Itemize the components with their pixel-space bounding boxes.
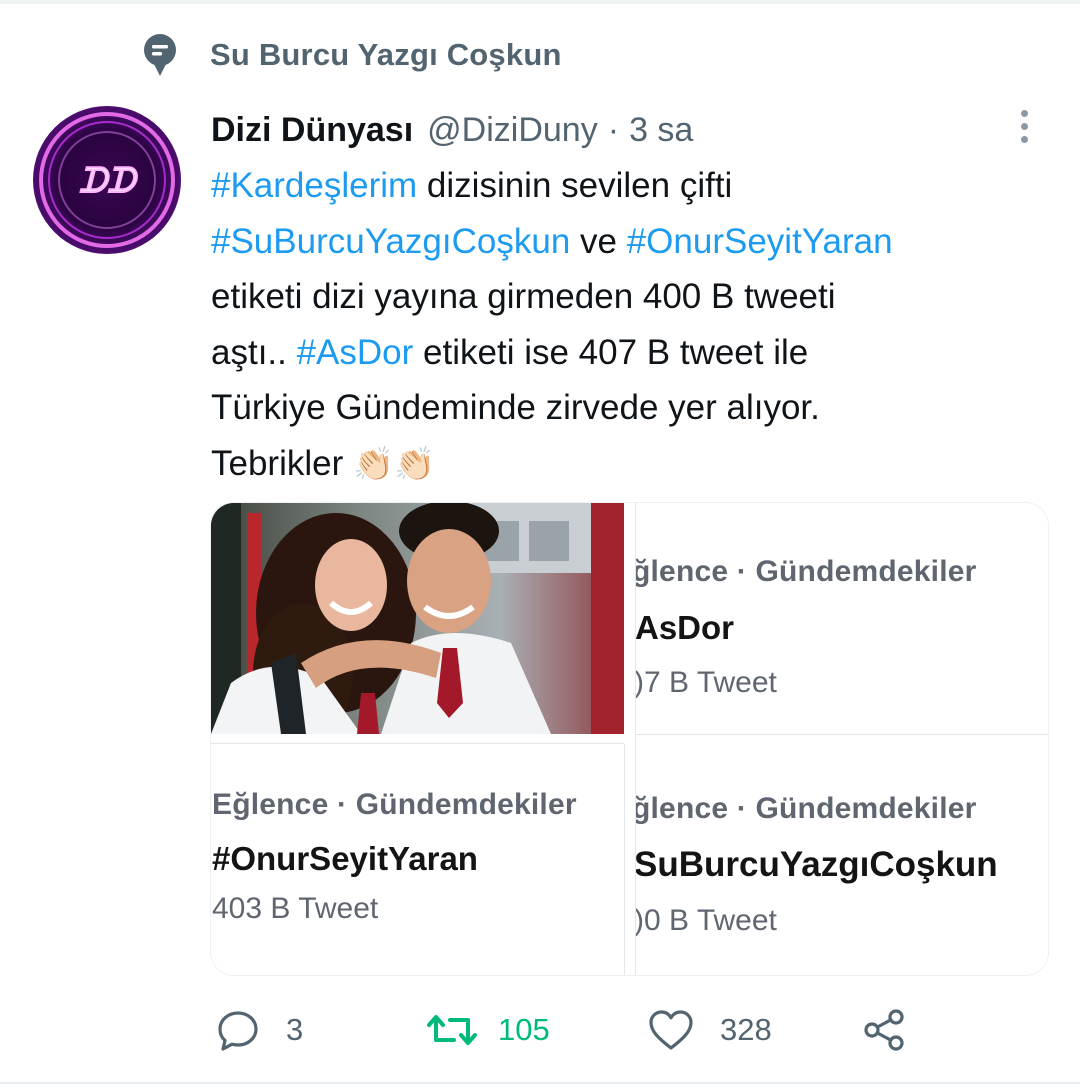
- media-divider-line: [211, 743, 624, 744]
- tweet-text-segment: etiketi dizi yayına girmeden 400 B tweet…: [211, 277, 836, 316]
- hashtag-link[interactable]: #OnurSeyitYaran: [627, 222, 893, 261]
- retweet-icon: [427, 1015, 477, 1045]
- avatar-initials: ᗪᗪ: [79, 161, 139, 201]
- reply-icon: [218, 1011, 258, 1051]
- retweet-count: 105: [498, 1012, 550, 1047]
- social-context-label[interactable]: Su Burcu Yazgı Coşkun: [210, 37, 562, 73]
- tweet-text-line: Türkiye Gündeminde zirvede yer alıyor.: [211, 380, 1051, 436]
- social-context[interactable]: Su Burcu Yazgı Coşkun: [142, 30, 562, 80]
- trend-count: )0 B Tweet: [636, 904, 777, 937]
- heart-icon: [649, 1010, 693, 1050]
- share-button[interactable]: [862, 1000, 908, 1060]
- reply-button[interactable]: 3: [216, 1000, 303, 1060]
- avatar-logo: ᗪᗪ: [39, 112, 175, 248]
- trend-category: ğlence · Gündemdekiler: [636, 555, 977, 588]
- action-bar: 3 105 328: [0, 1000, 1080, 1060]
- trend-category: ğlence · Gündemdekiler: [636, 792, 977, 825]
- tweet-text-segment: Türkiye Gündeminde zirvede yer alıyor.: [211, 388, 820, 427]
- trend-tag: AsDor: [636, 609, 735, 646]
- like-count: 328: [720, 1012, 772, 1047]
- tweet-text-line: #SuBurcuYazgıCoşkun ve #OnurSeyitYaran: [211, 214, 1051, 270]
- pinned-comment-icon: [144, 34, 176, 76]
- more-dot-icon: [1020, 135, 1028, 143]
- retweet-button[interactable]: 105: [426, 1000, 550, 1060]
- media-divider-line: [635, 503, 636, 975]
- tweet-text-segment: etiketi ise 407 B tweet ile: [413, 332, 809, 372]
- trend-count: )7 B Tweet: [636, 666, 777, 699]
- tweet-text-segment: Tebrikler: [211, 443, 353, 483]
- reply-count: 3: [286, 1012, 304, 1047]
- tweet-text-line: etiketi dizi yayına girmeden 400 B tweet…: [211, 269, 1051, 325]
- avatar[interactable]: ᗪᗪ: [33, 106, 181, 254]
- tweet-text-line: aştı.. #AsDor etiketi ise 407 B tweet il…: [211, 325, 1051, 381]
- top-divider: [0, 0, 1080, 4]
- trend-card-onurseyityaran[interactable]: Eğlence · Gündemdekiler #OnurSeyitYaran …: [211, 744, 624, 975]
- trend-card-asdor[interactable]: ğlence · Gündemdekiler AsDor )7 B Tweet: [636, 503, 1048, 734]
- tweet-text-line: Tebrikler 👏🏻👏🏻: [211, 436, 1051, 492]
- author-name[interactable]: Dizi Dünyası: [211, 111, 413, 150]
- trend-card-suburcuyazgicoskun[interactable]: ğlence · Gündemdekiler SuBurcuYazgıCoşku…: [636, 744, 1048, 975]
- author-handle[interactable]: @DiziDuny: [427, 111, 598, 150]
- trend-category: Eğlence · Gündemdekiler: [212, 788, 577, 821]
- media-grid[interactable]: ğlence · Gündemdekiler AsDor )7 B Tweet …: [210, 502, 1049, 976]
- timestamp[interactable]: 3 sa: [629, 111, 693, 150]
- tweet-text-segment: ve: [570, 221, 627, 261]
- hashtag-link[interactable]: #Kardeşlerim: [211, 166, 417, 205]
- trend-tag: SuBurcuYazgıCoşkun: [636, 845, 998, 884]
- media-divider-line: [636, 734, 1048, 735]
- tweet-text-line: #Kardeşlerim dizisinin sevilen çifti: [211, 158, 1051, 214]
- tweet-text: #Kardeşlerim dizisinin sevilen çifti #SuB…: [211, 158, 1051, 491]
- like-button[interactable]: 328: [648, 1000, 772, 1060]
- header-separator: ·: [607, 110, 620, 149]
- more-options-button[interactable]: [1006, 104, 1042, 148]
- bottom-divider: [0, 1082, 1080, 1084]
- clapping-hands-emoji: 👏🏻👏🏻: [352, 444, 436, 482]
- more-dot-icon: [1020, 122, 1028, 130]
- photo-selfie[interactable]: [211, 503, 624, 734]
- trend-count: 403 B Tweet: [212, 892, 379, 925]
- share-icon: [864, 1009, 904, 1051]
- hashtag-link[interactable]: #AsDor: [297, 333, 414, 372]
- tweet-text-segment: dizisinin sevilen çifti: [417, 166, 733, 205]
- more-dot-icon: [1020, 109, 1028, 117]
- tweet-text-segment: aştı..: [211, 332, 297, 372]
- trend-tag: #OnurSeyitYaran: [212, 840, 478, 877]
- tweet-header: Dizi Dünyası @DiziDuny · 3 sa: [211, 106, 693, 154]
- hashtag-link[interactable]: #SuBurcuYazgıCoşkun: [211, 222, 570, 261]
- media-divider-line: [624, 744, 625, 975]
